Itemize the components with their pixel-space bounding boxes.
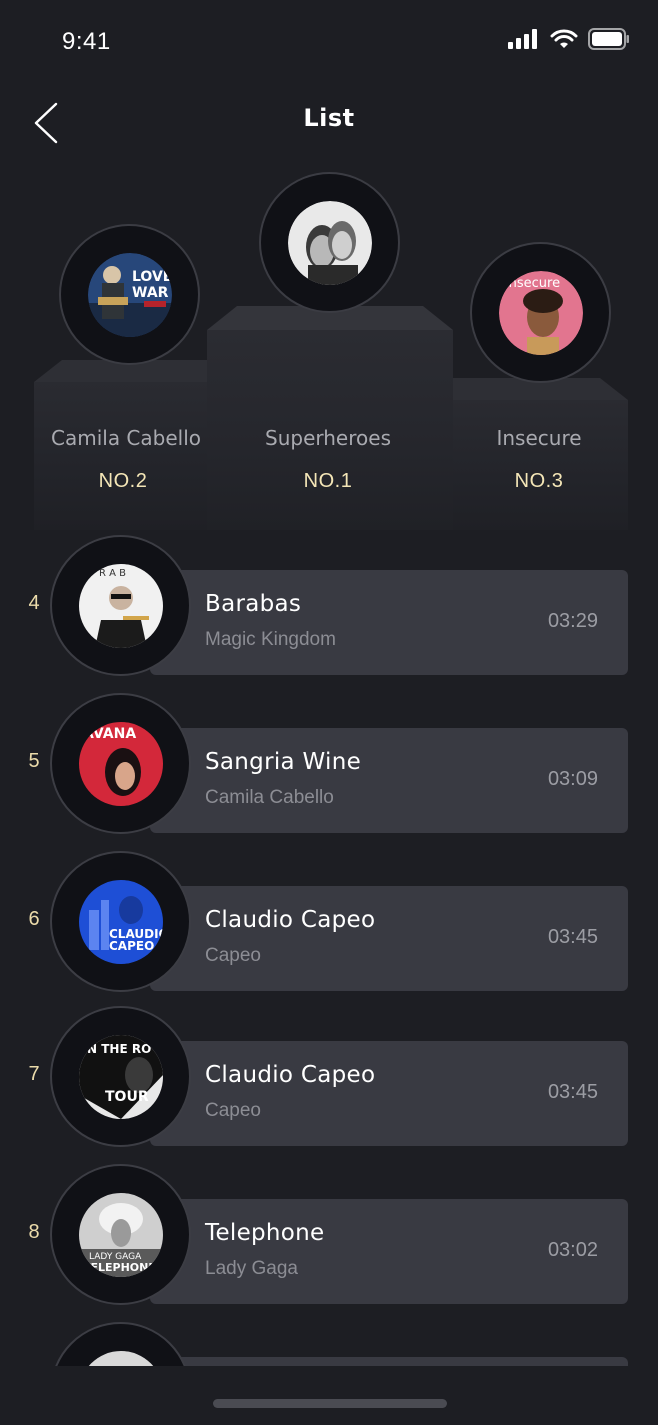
svg-text:insecure: insecure [505, 276, 560, 291]
podium-name-second: Camila Cabello [51, 426, 201, 450]
podium-block-third [450, 400, 628, 530]
podium-block-second [34, 382, 210, 530]
track-artist: Lady Gaga [205, 1258, 298, 1279]
podium-name-third: Insecure [496, 426, 582, 450]
album-cover-third: insecure [498, 270, 583, 355]
track-cover-ring: LADY GAGA TELEPHONE [50, 1164, 191, 1305]
track-list: 4 R A B Barabas Magic Kingdom 03:29 5 AV… [0, 533, 658, 1366]
album-cover-first [287, 200, 372, 285]
podium: LOVE WAR insecure Camila Cabello NO.2 Su… [0, 160, 658, 540]
track-row[interactable]: 5 AVANA Sangria Wine Camila Cabello 03:0… [0, 691, 658, 836]
track-rank: 5 [28, 750, 40, 772]
track-rank: 4 [28, 592, 40, 614]
avatar-second[interactable]: LOVE WAR [59, 224, 200, 365]
track-rank: 7 [28, 1063, 40, 1085]
track-row[interactable]: 4 R A B Barabas Magic Kingdom 03:29 [0, 533, 658, 678]
svg-text:WAR: WAR [132, 285, 169, 301]
album-cover-second: LOVE WAR [87, 252, 172, 337]
album-cover [78, 1350, 163, 1366]
track-duration: 03:29 [547, 610, 598, 632]
status-time: 9:41 [62, 28, 111, 55]
track-card[interactable] [150, 1357, 628, 1366]
track-duration: 03:45 [547, 1081, 598, 1103]
podium-rank-third: NO.3 [514, 470, 564, 492]
podium-rank-first: NO.1 [303, 470, 353, 492]
podium-rank-second: NO.2 [98, 470, 148, 492]
avatar-first[interactable] [259, 172, 400, 313]
track-duration: 03:09 [547, 768, 598, 790]
track-title: Sangria Wine [205, 749, 362, 775]
track-artist: Magic Kingdom [205, 629, 336, 650]
cellular-signal-icon [508, 29, 537, 49]
track-artist: Capeo [205, 1100, 261, 1121]
track-cover-ring: N THE RO TOUR [50, 1006, 191, 1147]
svg-text:R A B: R A B [99, 568, 126, 579]
svg-text:LOVE: LOVE [132, 269, 172, 285]
page-title: List [303, 104, 355, 132]
svg-text:TELEPHONE: TELEPHONE [83, 1261, 156, 1274]
track-rank: 6 [28, 908, 40, 930]
track-artist: Capeo [205, 945, 261, 966]
avatar-third[interactable]: insecure [470, 242, 611, 383]
album-cover: LADY GAGA TELEPHONE [78, 1192, 163, 1277]
status-bar: 9:41 [0, 0, 658, 80]
album-cover: N THE RO TOUR [78, 1034, 163, 1119]
battery-icon [588, 28, 629, 50]
svg-text:TOUR: TOUR [105, 1089, 149, 1105]
album-cover: R A B [78, 563, 163, 648]
album-cover: AVANA [78, 721, 163, 806]
track-title: Telephone [205, 1220, 325, 1246]
track-cover-ring: R A B [50, 535, 191, 676]
track-cover-ring [50, 1322, 191, 1366]
status-icons [508, 28, 630, 50]
track-cover-ring: CLAUDIO CAPEO [50, 851, 191, 992]
track-artist: Camila Cabello [205, 787, 334, 808]
track-title: Claudio Capeo [205, 907, 376, 933]
svg-text:AVANA: AVANA [83, 726, 136, 742]
svg-text:N THE RO: N THE RO [87, 1042, 151, 1056]
podium-name-first: Superheroes [265, 426, 391, 450]
track-duration: 03:02 [547, 1239, 598, 1261]
home-indicator [213, 1399, 447, 1408]
track-row[interactable]: 8 LADY GAGA TELEPHONE Telephone Lady Gag… [0, 1162, 658, 1307]
album-cover: CLAUDIO CAPEO [78, 879, 163, 964]
track-row[interactable]: 7 N THE RO TOUR Claudio Capeo Capeo 03:4… [0, 1004, 658, 1149]
track-rank: 8 [28, 1221, 40, 1243]
track-row[interactable] [0, 1320, 658, 1366]
track-title: Barabas [205, 591, 302, 617]
track-cover-ring: AVANA [50, 693, 191, 834]
track-title: Claudio Capeo [205, 1062, 376, 1088]
track-row[interactable]: 6 CLAUDIO CAPEO Claudio Capeo Capeo 03:4… [0, 849, 658, 994]
wifi-icon [550, 29, 578, 48]
svg-text:CAPEO: CAPEO [109, 939, 154, 953]
track-duration: 03:45 [547, 926, 598, 948]
